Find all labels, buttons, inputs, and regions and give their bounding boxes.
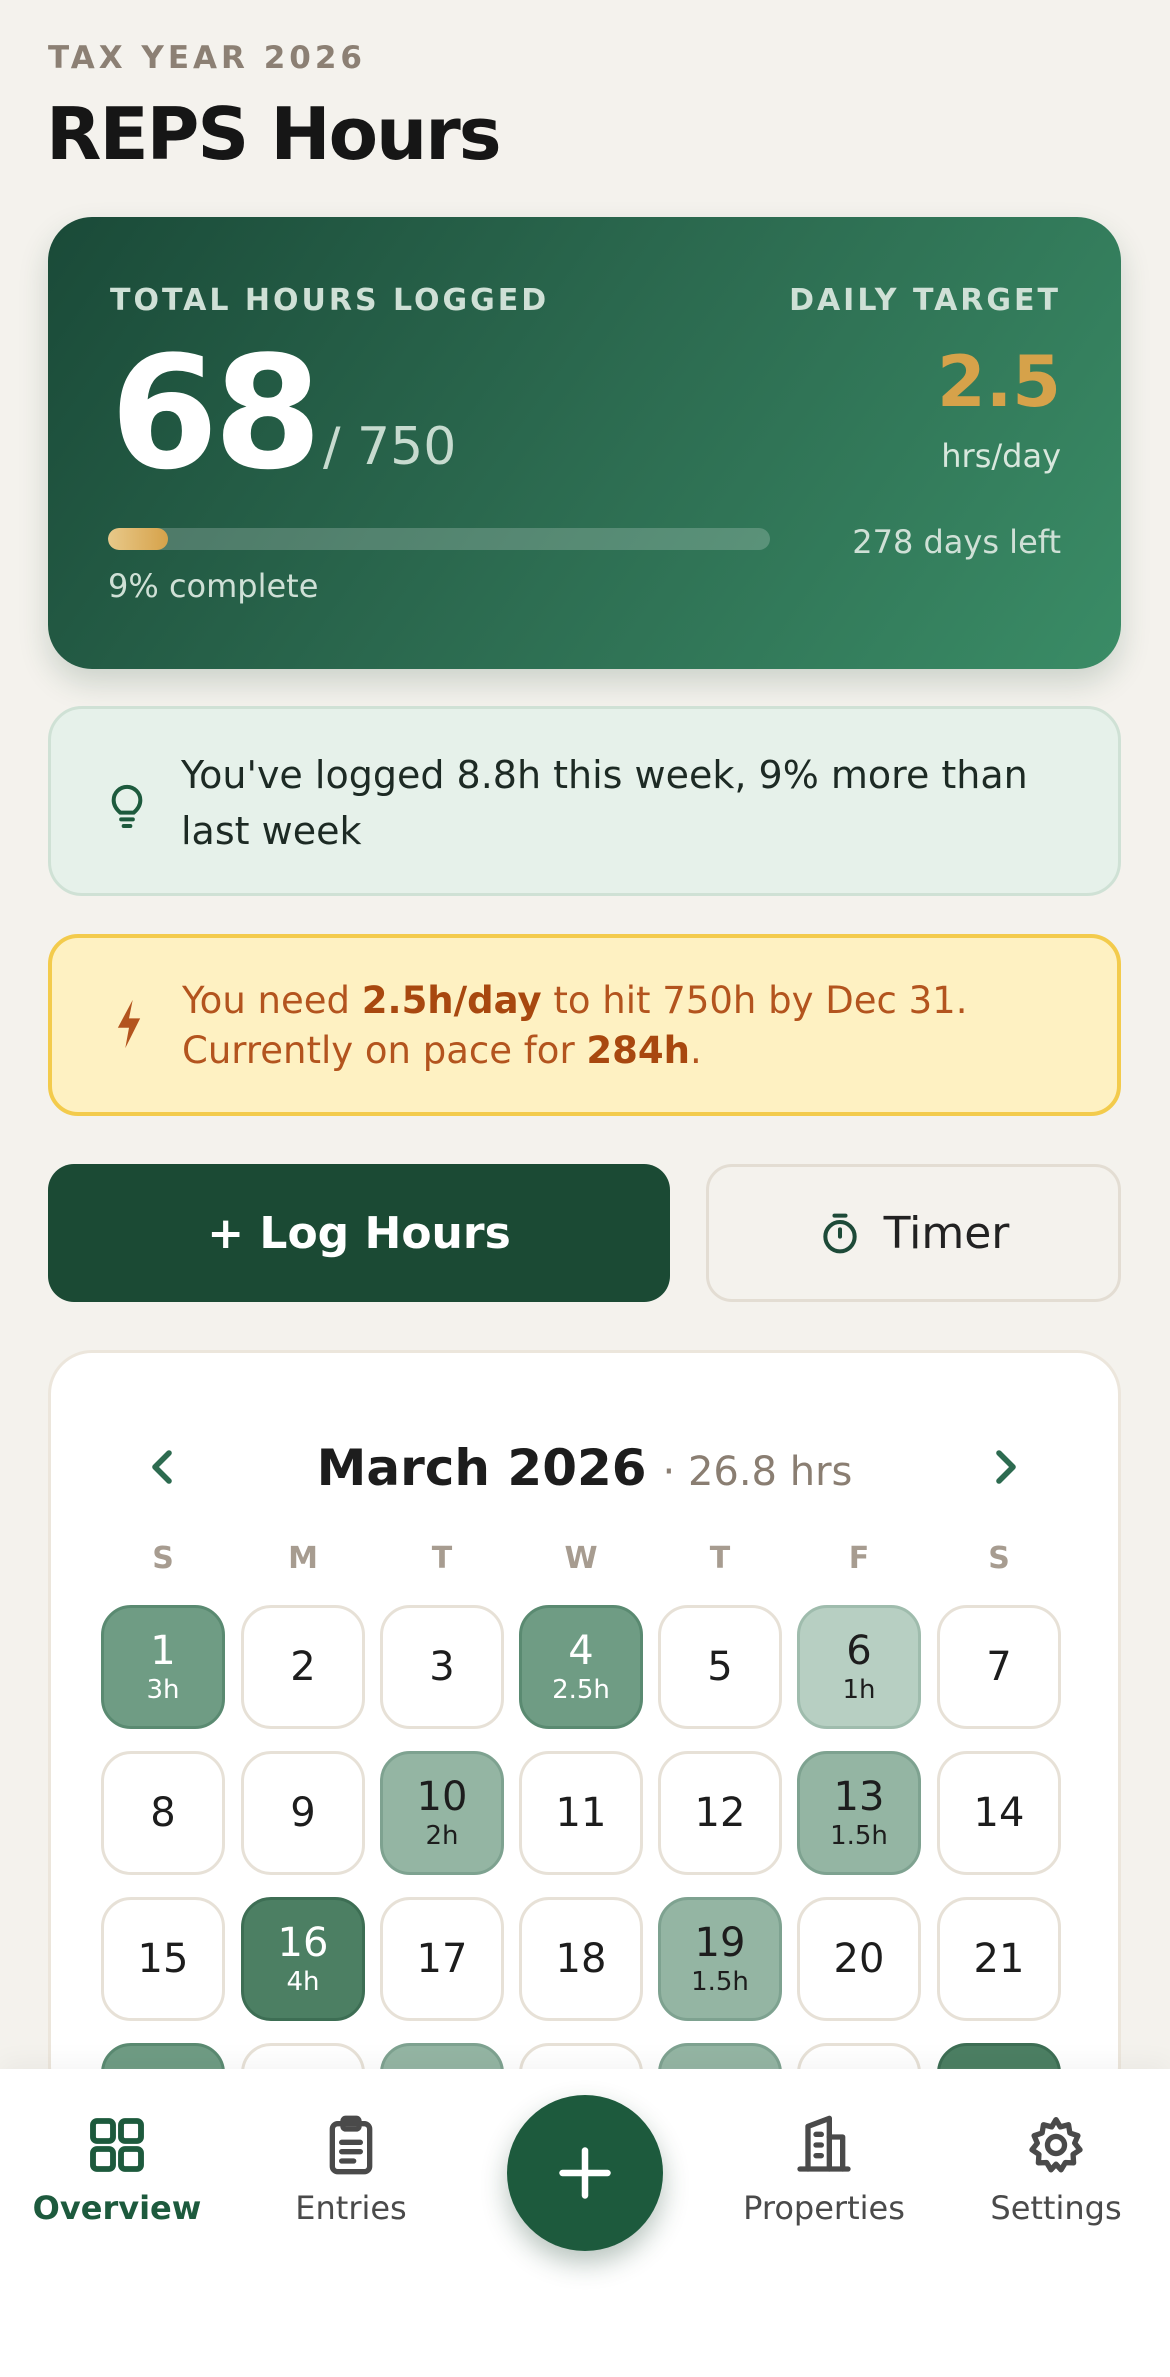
day-number: 5 — [707, 1644, 733, 1690]
weekly-insight-card: You've logged 8.8h this week, 9% more th… — [48, 706, 1121, 896]
progress-fill — [108, 528, 168, 550]
calendar-day[interactable]: 1 3h — [101, 1605, 225, 1729]
day-number: 18 — [555, 1936, 607, 1982]
day-hours: 1.5h — [830, 1821, 888, 1851]
daily-target-unit: hrs/day — [941, 437, 1061, 475]
calendar-day[interactable]: 16 4h — [241, 1897, 365, 2021]
weekday-header: S — [152, 1541, 174, 1576]
nav-label: Entries — [295, 2189, 407, 2227]
calendar-day[interactable]: 5 — [658, 1605, 782, 1729]
nav-settings[interactable]: Settings — [936, 2113, 1170, 2227]
day-hours: 2h — [425, 1821, 459, 1851]
page-title: REPS Hours — [46, 92, 502, 176]
day-number: 3 — [429, 1644, 455, 1690]
day-hours: 1h — [842, 1675, 876, 1705]
eyebrow-tax-year: TAX YEAR 2026 — [48, 40, 366, 76]
percent-complete: 9% complete — [108, 567, 319, 605]
calendar-day[interactable]: 15 — [101, 1897, 225, 2021]
nav-entries[interactable]: Entries — [231, 2113, 471, 2227]
calendar-month: March 2026 · 26.8 hrs — [316, 1439, 853, 1497]
calendar-day[interactable]: 18 — [519, 1897, 643, 2021]
days-left: 278 days left — [852, 523, 1061, 561]
weekday-header: W — [564, 1541, 598, 1576]
day-number: 10 — [416, 1774, 468, 1820]
gear-icon — [936, 2113, 1170, 2177]
calendar-day[interactable]: 8 — [101, 1751, 225, 1875]
pace-alert-card: You need 2.5h/day to hit 750h by Dec 31.… — [48, 934, 1121, 1116]
total-hours-label: TOTAL HOURS LOGGED — [110, 283, 550, 318]
day-number: 13 — [833, 1774, 885, 1820]
day-hours: 2.5h — [552, 1675, 610, 1705]
weekday-header: S — [988, 1541, 1010, 1576]
weekday-header: T — [431, 1541, 453, 1576]
calendar-day[interactable]: 17 — [380, 1897, 504, 2021]
day-hours: 4h — [286, 1967, 320, 1997]
calendar-day[interactable]: 11 — [519, 1751, 643, 1875]
calendar-day[interactable]: 19 1.5h — [658, 1897, 782, 2021]
clipboard-icon — [231, 2113, 471, 2177]
day-number: 9 — [290, 1790, 316, 1836]
calendar-day[interactable]: 3 — [380, 1605, 504, 1729]
timer-label: Timer — [883, 1207, 1010, 1259]
day-number: 11 — [555, 1790, 607, 1836]
weekday-header: M — [288, 1541, 318, 1576]
calendar-day[interactable]: 2 — [241, 1605, 365, 1729]
day-number: 14 — [973, 1790, 1025, 1836]
day-number: 12 — [694, 1790, 746, 1836]
daily-target-label: DAILY TARGET — [789, 283, 1061, 318]
day-number: 16 — [277, 1920, 329, 1966]
daily-target-value: 2.5 — [936, 341, 1061, 423]
calendar-day[interactable]: 21 — [937, 1897, 1061, 2021]
day-hours: 1.5h — [691, 1967, 749, 1997]
calendar-day[interactable]: 12 — [658, 1751, 782, 1875]
total-hours-value: 68 — [110, 322, 322, 504]
chevron-right-icon[interactable] — [981, 1443, 1029, 1491]
add-entry-fab[interactable] — [507, 2095, 663, 2251]
day-number: 6 — [846, 1628, 872, 1674]
nav-properties[interactable]: Properties — [704, 2113, 944, 2227]
calendar-day[interactable]: 13 1.5h — [797, 1751, 921, 1875]
lightbulb-icon — [111, 784, 143, 828]
lightning-icon — [117, 999, 141, 1049]
calendar-header: March 2026 · 26.8 hrs — [51, 1433, 1118, 1503]
weekday-header: F — [848, 1541, 870, 1576]
day-number: 1 — [150, 1628, 176, 1674]
calendar-day[interactable]: 4 2.5h — [519, 1605, 643, 1729]
day-number: 15 — [137, 1936, 189, 1982]
calendar-day[interactable]: 14 — [937, 1751, 1061, 1875]
calendar-day[interactable]: 20 — [797, 1897, 921, 2021]
day-number: 17 — [416, 1936, 468, 1982]
stopwatch-icon — [822, 1213, 857, 1254]
log-hours-button[interactable]: + Log Hours — [48, 1164, 670, 1302]
insight-text: You've logged 8.8h this week, 9% more th… — [181, 753, 1028, 853]
pace-text: You need 2.5h/day to hit 750h by Dec 31.… — [182, 979, 968, 1072]
calendar-day[interactable]: 6 1h — [797, 1605, 921, 1729]
day-number: 19 — [694, 1920, 746, 1966]
grid-icon — [0, 2113, 237, 2177]
timer-button[interactable]: Timer — [706, 1164, 1121, 1302]
day-hours: 3h — [146, 1675, 180, 1705]
weekday-header: T — [709, 1541, 731, 1576]
bottom-nav: Overview Entries Properties Settings — [0, 2069, 1170, 2377]
calendar-card: March 2026 · 26.8 hrs 1 3h 2 3 4 2.5h 5 6 1h 7 8 9 1… — [48, 1350, 1121, 2110]
hours-summary-card: TOTAL HOURS LOGGED 68 / 750 9% complete … — [48, 217, 1121, 669]
day-number: 21 — [973, 1936, 1025, 1982]
building-icon — [704, 2113, 944, 2177]
day-number: 8 — [150, 1790, 176, 1836]
day-number: 20 — [833, 1936, 885, 1982]
day-number: 7 — [986, 1644, 1012, 1690]
hours-goal: / 750 — [323, 417, 457, 477]
day-number: 4 — [568, 1628, 594, 1674]
plus-icon — [559, 2147, 611, 2199]
calendar-day[interactable]: 10 2h — [380, 1751, 504, 1875]
nav-label: Settings — [990, 2189, 1122, 2227]
nav-label: Properties — [743, 2189, 905, 2227]
calendar-day[interactable]: 9 — [241, 1751, 365, 1875]
progress-bar — [108, 528, 770, 550]
nav-overview[interactable]: Overview — [0, 2113, 237, 2227]
calendar-day[interactable]: 7 — [937, 1605, 1061, 1729]
nav-label: Overview — [32, 2189, 202, 2227]
day-number: 2 — [290, 1644, 316, 1690]
